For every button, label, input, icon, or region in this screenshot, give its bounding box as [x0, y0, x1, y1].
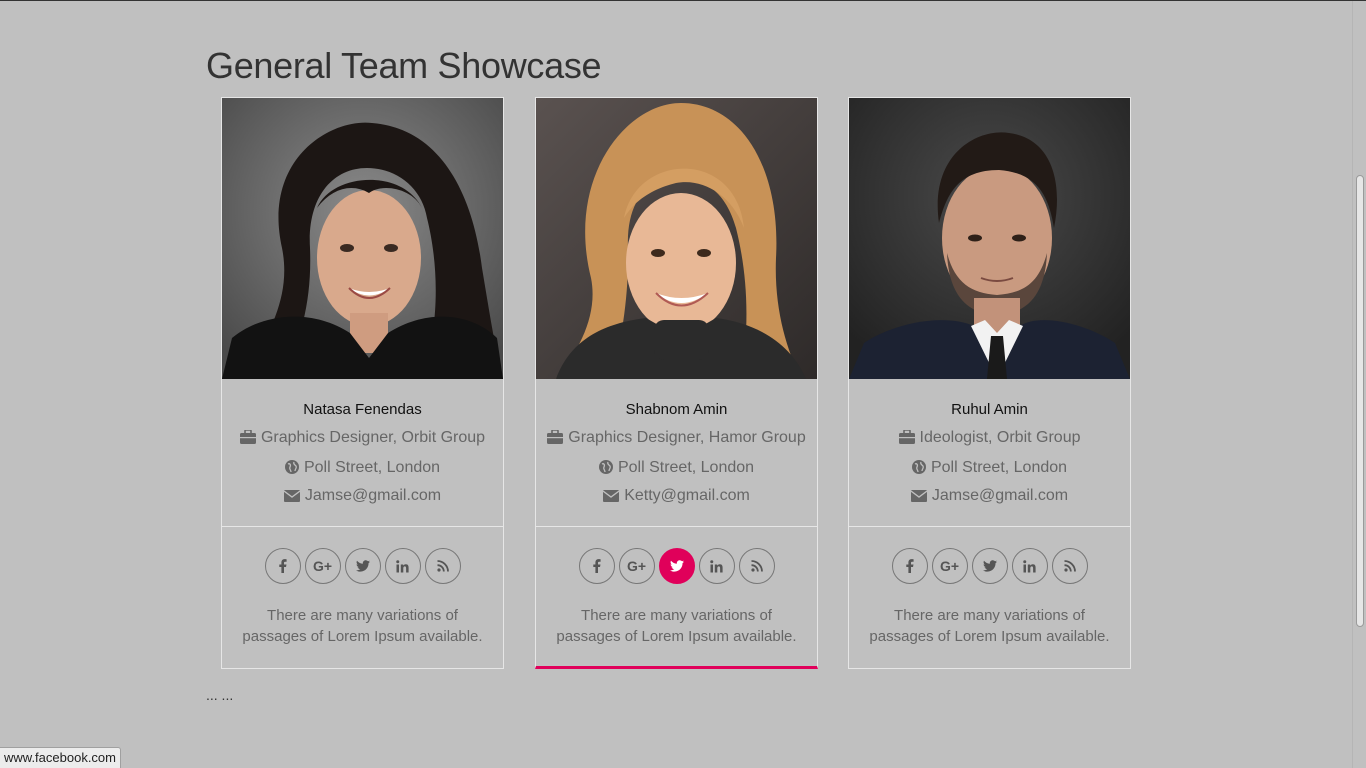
member-location-text: Poll Street, London: [303, 459, 441, 476]
envelope-icon: [910, 489, 928, 507]
social-links: G+: [222, 548, 503, 584]
google-plus-icon[interactable]: G+: [931, 548, 968, 584]
briefcase-icon: [898, 429, 915, 449]
member-info: Shabnom Amin Graphics Designer, Hamor Gr…: [536, 379, 817, 526]
member-photo: [536, 98, 817, 379]
member-email-text: Jamse@gmail.com: [304, 487, 442, 504]
member-name: Natasa Fenendas: [303, 401, 422, 418]
member-email: Ketty@gmail.com: [536, 487, 817, 507]
card-divider: [536, 526, 817, 527]
member-role: Ideologist, Orbit Group: [849, 429, 1130, 449]
member-role: Graphics Designer, Hamor Group: [536, 429, 817, 449]
linkedin-icon[interactable]: [698, 548, 735, 584]
member-location-text: Poll Street, London: [617, 459, 755, 476]
member-info: Ruhul Amin Ideologist, Orbit Group Poll …: [849, 379, 1130, 526]
member-role: Graphics Designer, Orbit Group: [222, 429, 503, 449]
vertical-scrollbar[interactable]: [1352, 1, 1366, 768]
twitter-icon[interactable]: [658, 548, 695, 584]
briefcase-icon: [547, 429, 564, 449]
globe-icon: [598, 460, 613, 479]
member-role-text: Ideologist, Orbit Group: [919, 429, 1081, 446]
member-photo: [222, 98, 503, 379]
scrollbar-thumb[interactable]: [1356, 175, 1364, 627]
facebook-icon[interactable]: [264, 548, 301, 584]
member-location: Poll Street, London: [849, 459, 1130, 479]
social-links: G+: [849, 548, 1130, 584]
member-email-text: Ketty@gmail.com: [624, 487, 750, 504]
footer-ellipsis: ... ...: [206, 687, 234, 703]
member-info: Natasa Fenendas Graphics Designer, Orbit…: [222, 379, 503, 526]
linkedin-icon[interactable]: [384, 548, 421, 584]
linkedin-icon[interactable]: [1011, 548, 1048, 584]
rss-icon[interactable]: [738, 548, 775, 584]
envelope-icon: [602, 489, 620, 507]
google-plus-icon[interactable]: G+: [304, 548, 341, 584]
social-links: G+: [536, 548, 817, 584]
envelope-icon: [283, 489, 301, 507]
member-email: Jamse@gmail.com: [849, 487, 1130, 507]
card-divider: [849, 526, 1130, 527]
member-location-text: Poll Street, London: [930, 459, 1068, 476]
member-location: Poll Street, London: [536, 459, 817, 479]
member-location: Poll Street, London: [222, 459, 503, 479]
member-name: Ruhul Amin: [951, 401, 1028, 418]
member-description: There are many variations of passages of…: [556, 607, 797, 645]
globe-icon: [284, 460, 299, 479]
status-bar-url: www.facebook.com: [0, 747, 121, 768]
page-title: General Team Showcase: [206, 45, 602, 86]
team-card: Ruhul Amin Ideologist, Orbit Group Poll …: [848, 97, 1131, 669]
member-email: Jamse@gmail.com: [222, 487, 503, 507]
briefcase-icon: [239, 429, 256, 449]
member-description: There are many variations of passages of…: [869, 607, 1110, 645]
globe-icon: [911, 460, 926, 479]
facebook-icon[interactable]: [578, 548, 615, 584]
rss-icon[interactable]: [1051, 548, 1088, 584]
team-card: Natasa Fenendas Graphics Designer, Orbit…: [221, 97, 504, 669]
card-divider: [222, 526, 503, 527]
member-photo: [849, 98, 1130, 379]
member-name: Shabnom Amin: [625, 401, 728, 418]
team-cards: Natasa Fenendas Graphics Designer, Orbit…: [221, 97, 1131, 669]
facebook-icon[interactable]: [891, 548, 928, 584]
team-card: Shabnom Amin Graphics Designer, Hamor Gr…: [535, 97, 818, 669]
member-role-text: Graphics Designer, Hamor Group: [568, 429, 806, 446]
member-description: There are many variations of passages of…: [242, 607, 483, 645]
twitter-icon[interactable]: [344, 548, 381, 584]
member-role-text: Graphics Designer, Orbit Group: [260, 429, 486, 446]
rss-icon[interactable]: [424, 548, 461, 584]
member-email-text: Jamse@gmail.com: [931, 487, 1069, 504]
twitter-icon[interactable]: [971, 548, 1008, 584]
google-plus-icon[interactable]: G+: [618, 548, 655, 584]
